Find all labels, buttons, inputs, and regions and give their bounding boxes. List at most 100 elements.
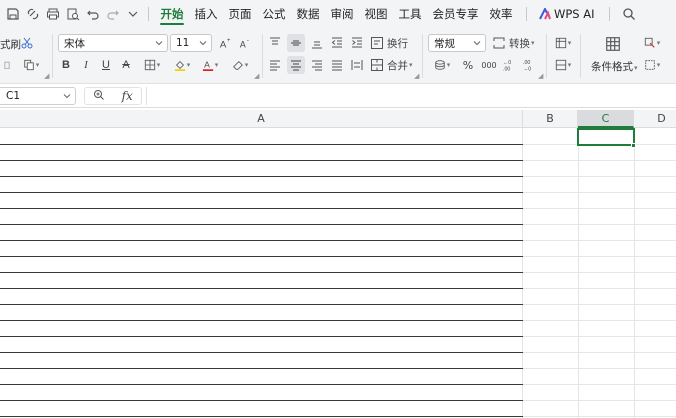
- undo-icon[interactable]: [86, 7, 100, 21]
- conditional-format-icon[interactable]: [604, 35, 622, 53]
- print-icon[interactable]: [46, 7, 60, 21]
- fill-color-icon[interactable]: ▾: [170, 58, 194, 72]
- row-gridline: [523, 304, 676, 305]
- row-gridline: [523, 416, 676, 417]
- align-left-icon[interactable]: [268, 58, 282, 72]
- number-dialog-launcher[interactable]: ◢: [538, 72, 543, 80]
- zoom-formula-icon[interactable]: [93, 89, 105, 104]
- print-preview-icon[interactable]: [66, 7, 80, 21]
- justify-icon[interactable]: [330, 58, 344, 72]
- svg-text:.00: .00: [503, 66, 510, 72]
- row-gridline: [523, 240, 676, 241]
- clipboard-small-icon[interactable]: [2, 59, 12, 71]
- redo-icon[interactable]: [106, 7, 120, 21]
- increase-font-icon[interactable]: A +: [218, 36, 234, 50]
- tab-home[interactable]: 开始: [155, 0, 189, 28]
- chevron-down-icon: [473, 41, 481, 46]
- format-painter-label[interactable]: 式刷: [0, 37, 21, 52]
- row-gridline: [523, 384, 676, 385]
- tab-view[interactable]: 视图: [359, 0, 393, 28]
- merge-cells-icon: [371, 59, 383, 71]
- search-icon[interactable]: [622, 7, 636, 21]
- menu-bar: 开始 插入 页面 公式 数据 审阅 视图 工具 会员专享 效率 WPS AI: [0, 0, 676, 28]
- align-top-icon[interactable]: [268, 36, 282, 50]
- column-header-a[interactable]: A: [0, 110, 523, 128]
- share-link-icon[interactable]: [26, 7, 40, 21]
- row-border-line: [0, 240, 523, 241]
- row-gridline: [523, 176, 676, 177]
- ribbon-toolbar: 式刷 ▾ ◢ 宋体 11 A+ A- B I U A ▾ ▾ A▾ ▾ ◢: [0, 28, 676, 84]
- column-header-d[interactable]: D: [634, 110, 676, 128]
- formula-tools: fx: [84, 87, 142, 105]
- wps-ai-logo-icon: [539, 8, 551, 20]
- column-header-b[interactable]: B: [523, 110, 578, 128]
- percent-style-button[interactable]: %: [461, 58, 475, 72]
- clipboard-dialog-launcher[interactable]: ◢: [44, 72, 49, 80]
- fill-handle[interactable]: [631, 143, 636, 148]
- ribbon-divider: [52, 34, 53, 78]
- italic-icon[interactable]: I: [80, 58, 92, 72]
- conditional-format-button[interactable]: 条件格式▾: [591, 59, 638, 74]
- column-header-c[interactable]: C: [578, 110, 634, 128]
- ribbon-divider: [422, 34, 423, 78]
- tab-tools[interactable]: 工具: [393, 0, 427, 28]
- row-column-icon[interactable]: ▾: [552, 36, 574, 50]
- increase-indent-icon[interactable]: [350, 36, 364, 50]
- selected-cell-c1[interactable]: [577, 128, 635, 146]
- cells-area[interactable]: [0, 128, 676, 418]
- copy-icon[interactable]: ▾: [20, 58, 42, 72]
- tab-member[interactable]: 会员专享: [427, 0, 484, 28]
- thousands-separator-button[interactable]: 000: [480, 58, 498, 72]
- decrease-indent-icon[interactable]: [330, 36, 344, 50]
- strikethrough-icon[interactable]: A: [120, 58, 132, 72]
- menu-divider: [526, 7, 527, 21]
- clear-format-icon[interactable]: ▾: [228, 58, 252, 72]
- formula-input[interactable]: [146, 87, 676, 105]
- cut-icon[interactable]: [20, 36, 34, 50]
- borders-icon[interactable]: ▾: [140, 58, 164, 72]
- tab-insert[interactable]: 插入: [189, 0, 223, 28]
- underline-icon[interactable]: U: [100, 58, 112, 72]
- chevron-down-icon[interactable]: [126, 7, 140, 21]
- fill-icon[interactable]: ▾: [552, 58, 574, 72]
- decrease-font-icon[interactable]: A-: [238, 36, 254, 50]
- number-format-select[interactable]: 常规: [428, 34, 486, 52]
- row-border-line: [0, 304, 523, 305]
- distributed-align-icon[interactable]: [350, 58, 364, 72]
- merge-cells-button[interactable]: 合并 ▾: [370, 57, 414, 73]
- bold-icon[interactable]: B: [60, 58, 72, 72]
- table-format-icon[interactable]: ▾: [640, 58, 664, 72]
- tab-review[interactable]: 审阅: [325, 0, 359, 28]
- increase-decimal-icon[interactable]: ←0.00: [502, 58, 518, 72]
- decrease-decimal-icon[interactable]: .00 →0: [522, 58, 538, 72]
- align-bottom-icon[interactable]: [310, 36, 324, 50]
- tab-efficiency[interactable]: 效率: [484, 0, 518, 28]
- ribbon-divider: [546, 34, 547, 78]
- font-size-select[interactable]: 11: [170, 34, 212, 52]
- wrap-text-button[interactable]: 换行: [370, 35, 410, 51]
- cell-style-icon[interactable]: ▾: [640, 36, 664, 50]
- row-gridline: [523, 208, 676, 209]
- font-dialog-launcher[interactable]: ◢: [254, 72, 259, 80]
- alignment-dialog-launcher[interactable]: ◢: [414, 72, 419, 80]
- currency-icon[interactable]: ▾: [430, 58, 454, 72]
- tab-formula[interactable]: 公式: [257, 0, 291, 28]
- tab-page[interactable]: 页面: [223, 0, 257, 28]
- font-name-select[interactable]: 宋体: [58, 34, 168, 52]
- number-format-value: 常规: [434, 37, 455, 50]
- wrap-text-icon: [371, 37, 383, 49]
- tab-data[interactable]: 数据: [291, 0, 325, 28]
- align-center-icon[interactable]: [287, 56, 305, 74]
- wps-ai-button[interactable]: WPS AI: [533, 7, 601, 21]
- svg-text:-: -: [247, 37, 249, 44]
- merge-cells-label: 合并: [387, 59, 408, 72]
- convert-button[interactable]: 转换 ▾: [492, 35, 536, 51]
- row-gridline: [523, 224, 676, 225]
- name-box[interactable]: C1: [0, 87, 76, 105]
- font-color-icon[interactable]: A ▾: [198, 58, 222, 72]
- row-border-line: [0, 288, 523, 289]
- align-middle-icon[interactable]: [287, 34, 305, 52]
- insert-function-button[interactable]: fx: [122, 89, 133, 103]
- save-icon[interactable]: [6, 7, 20, 21]
- align-right-icon[interactable]: [310, 58, 324, 72]
